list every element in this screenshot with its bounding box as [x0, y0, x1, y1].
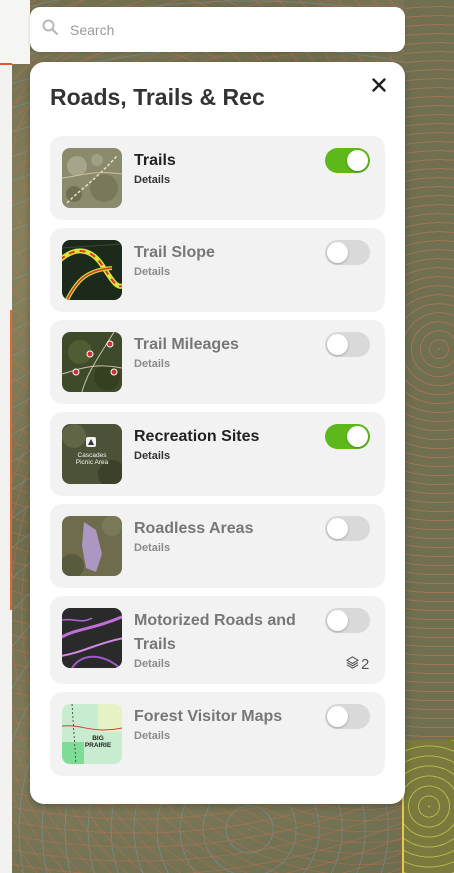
details-link[interactable]: Details: [134, 358, 314, 370]
layer-toggle[interactable]: [325, 332, 370, 357]
details-link[interactable]: Details: [134, 658, 314, 670]
toggle-knob: [327, 610, 348, 631]
layer-toggle[interactable]: [325, 516, 370, 541]
close-button[interactable]: [366, 74, 392, 100]
details-link[interactable]: Details: [134, 266, 314, 278]
recreation-sites-thumbnail: Cascades Picnic Area: [62, 424, 122, 484]
thumb-label: Cascades: [78, 452, 108, 459]
roadless-areas-thumbnail: [62, 516, 122, 576]
toggle-knob: [327, 334, 348, 355]
details-link[interactable]: Details: [134, 450, 314, 462]
layer-toggle[interactable]: [325, 424, 370, 449]
map-terrain-highlight: [402, 740, 454, 873]
layer-toggle[interactable]: [325, 240, 370, 265]
search-bar[interactable]: [30, 7, 405, 52]
layer-name: Trail Mileages: [134, 336, 239, 353]
trail-mileages-thumbnail: [62, 332, 122, 392]
details-link[interactable]: Details: [134, 542, 314, 554]
layer-card-trail-mileages[interactable]: Trail Mileages Details: [50, 320, 385, 404]
layer-name: Trail Slope: [134, 244, 215, 261]
details-link[interactable]: Details: [134, 174, 314, 186]
close-icon: [372, 77, 386, 97]
search-input[interactable]: [68, 20, 372, 39]
sublayer-count-value: 2: [361, 656, 370, 673]
layer-card-forest-visitor-maps[interactable]: BIG PRAIRIE Forest Visitor Maps Details: [50, 692, 385, 776]
toggle-knob: [347, 150, 368, 171]
layer-card-trails[interactable]: Trails Details: [50, 136, 385, 220]
layer-card-trail-slope[interactable]: Trail Slope Details: [50, 228, 385, 312]
layer-name: Recreation Sites: [134, 428, 260, 445]
layers-icon: [345, 656, 361, 673]
layer-name: Forest Visitor Maps: [134, 708, 283, 725]
layer-list: Trails Details Trail Slope Details Trail…: [50, 136, 385, 784]
map-boundary-line: [10, 310, 12, 610]
trails-thumbnail: [62, 148, 122, 208]
layer-card-motorized-roads-and-trails[interactable]: Motorized Roads and Trails Details 2: [50, 596, 385, 684]
layer-card-recreation-sites[interactable]: Cascades Picnic Area Recreation Sites De…: [50, 412, 385, 496]
search-icon: [42, 19, 59, 40]
layer-toggle[interactable]: [325, 608, 370, 633]
thumb-label: Picnic Area: [76, 459, 109, 466]
toggle-knob: [327, 242, 348, 263]
thumb-label: PRAIRIE: [85, 742, 112, 749]
map-corner: [0, 0, 30, 64]
motorized-roads-thumbnail: [62, 608, 122, 668]
toggle-knob: [327, 518, 348, 539]
trail-slope-thumbnail: [62, 240, 122, 300]
layers-panel: Roads, Trails & Rec Trails Details Trail…: [30, 62, 405, 804]
toggle-knob: [347, 426, 368, 447]
layer-card-roadless-areas[interactable]: Roadless Areas Details: [50, 504, 385, 588]
panel-title: Roads, Trails & Rec: [50, 84, 265, 110]
layer-toggle[interactable]: [325, 704, 370, 729]
layer-toggle[interactable]: [325, 148, 370, 173]
layer-name: Trails: [134, 152, 176, 169]
details-link[interactable]: Details: [134, 730, 314, 742]
toggle-knob: [327, 706, 348, 727]
forest-visitor-maps-thumbnail: BIG PRAIRIE: [62, 704, 122, 764]
thumb-label: BIG: [92, 735, 104, 742]
layer-name: Roadless Areas: [134, 520, 254, 537]
layer-name: Motorized Roads and Trails: [134, 612, 296, 653]
map-boundary-line: [0, 63, 12, 65]
sublayer-count[interactable]: 2: [345, 656, 370, 673]
